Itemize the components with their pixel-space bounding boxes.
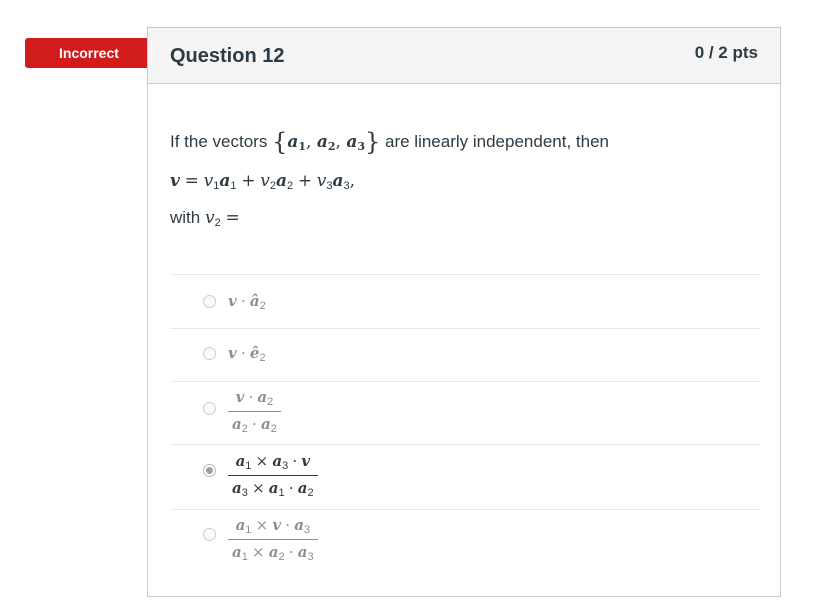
answer-option-3-math: v · a2 a2 · a2 xyxy=(228,388,281,435)
brace-close: } xyxy=(364,128,381,156)
answer-option-5-math: a1 × v · a3 a1 × a2 · a3 xyxy=(228,516,318,563)
question-header: Question 12 0 / 2 pts xyxy=(148,28,780,84)
answer-option-5[interactable]: a1 × v · a3 a1 × a2 · a3 xyxy=(170,509,760,576)
brace-open: { xyxy=(272,128,288,156)
question-title: Question 12 xyxy=(170,45,285,67)
question-points: 0 / 2 pts xyxy=(694,43,758,62)
answer-option-1-math: v · â2 xyxy=(228,292,266,312)
answer-option-1[interactable]: v · â2 xyxy=(170,274,760,328)
radio-button[interactable] xyxy=(203,347,216,360)
question-card: Question 12 0 / 2 pts If the vectors {a1… xyxy=(147,27,781,597)
answer-option-2[interactable]: v · ê2 xyxy=(170,328,760,381)
answer-option-4[interactable]: a1 × a3 · v a3 × a1 · a2 xyxy=(170,444,760,509)
answer-option-3[interactable]: v · a2 a2 · a2 xyxy=(170,381,760,444)
answer-option-4-math: a1 × a3 · v a3 × a1 · a2 xyxy=(228,452,318,499)
with-line: with v2 = xyxy=(170,208,240,229)
question-text-line-1: If the vectors {a1, a2, a3} are linearly… xyxy=(170,128,609,156)
answer-option-2-math: v · ê2 xyxy=(228,344,266,364)
question-text-before: If the vectors xyxy=(170,132,268,151)
vector-a2: a2 xyxy=(316,132,336,153)
radio-button[interactable] xyxy=(203,295,216,308)
radio-button[interactable] xyxy=(203,528,216,541)
radio-button-selected[interactable] xyxy=(203,464,216,477)
vector-a3: a3 xyxy=(346,132,365,153)
question-text-after: are linearly independent, then xyxy=(385,132,609,151)
status-badge: Incorrect xyxy=(25,38,161,68)
answer-list: v · â2 v · ê2 v · a2 a2 · a2 a1 × a3 · v xyxy=(170,274,760,576)
with-label: with xyxy=(170,208,201,227)
radio-button[interactable] xyxy=(203,402,216,415)
status-badge-label: Incorrect xyxy=(59,45,119,61)
equation-line: v = v1a1 + v2a2 + v3a3, xyxy=(170,171,356,192)
vector-a1: a1 xyxy=(287,132,307,153)
